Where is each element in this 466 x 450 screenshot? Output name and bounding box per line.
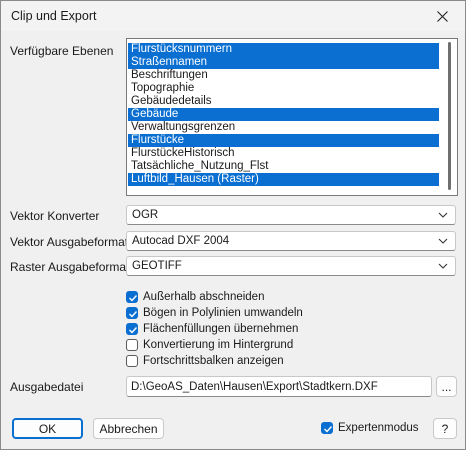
option-check[interactable] xyxy=(126,338,138,351)
output-file-input[interactable] xyxy=(131,379,427,394)
layer-item[interactable]: Tatsächliche_Nutzung_Flst xyxy=(128,160,439,173)
title-bar[interactable]: Clip und Export xyxy=(1,1,465,31)
vector-format-select[interactable]: Autocad DXF 2004 xyxy=(126,231,456,251)
expert-mode-label: Expertenmodus xyxy=(338,421,419,434)
chevron-down-icon xyxy=(438,212,448,218)
vector-format-label: Vektor Ausgabeformat xyxy=(10,235,129,249)
layer-item[interactable]: Gebäudedetails xyxy=(128,95,439,108)
option-checkbox[interactable]: Außerhalb abschneiden xyxy=(126,289,264,304)
layer-item[interactable]: Topographie xyxy=(128,82,439,95)
option-label: Außerhalb abschneiden xyxy=(143,290,265,303)
option-label: Fortschrittsbalken anzeigen xyxy=(143,354,284,367)
raster-format-select[interactable]: GEOTIFF xyxy=(126,256,456,276)
option-label: Flächenfüllungen übernehmen xyxy=(143,322,299,335)
checkmark-icon xyxy=(324,425,333,433)
raster-format-label: Raster Ausgabeformat xyxy=(10,260,130,274)
layer-item[interactable]: FlurstückeHistorisch xyxy=(128,147,439,160)
clip-export-dialog: Clip und Export Verfügbare Ebenen Flurst… xyxy=(0,0,466,450)
layer-item[interactable]: Gebäude xyxy=(128,108,439,121)
expert-mode-check[interactable] xyxy=(321,421,333,434)
help-button[interactable]: ? xyxy=(433,418,457,439)
checkmark-icon xyxy=(129,294,138,302)
layer-item[interactable]: Straßennamen xyxy=(128,56,439,69)
option-check[interactable] xyxy=(126,322,138,335)
option-check[interactable] xyxy=(126,306,138,319)
option-checkbox[interactable]: Flächenfüllungen übernehmen xyxy=(126,321,298,336)
option-check[interactable] xyxy=(126,354,138,367)
layer-item[interactable]: Flurstücke xyxy=(128,134,439,147)
browse-button[interactable]: ... xyxy=(436,376,457,397)
vector-converter-label: Vektor Konverter xyxy=(10,209,100,223)
window-title: Clip und Export xyxy=(11,9,97,23)
cancel-button[interactable]: Abbrechen xyxy=(93,418,164,439)
checkmark-icon xyxy=(129,326,138,334)
layers-listbox[interactable]: Flurstücksnummern Straßennamen Beschriftun… xyxy=(126,38,458,196)
layer-item[interactable]: Luftbild_Hausen (Raster) xyxy=(128,173,439,186)
option-label: Bögen in Polylinien umwandeln xyxy=(143,306,303,319)
chevron-down-icon xyxy=(438,263,448,269)
layers-scrollbar-thumb[interactable] xyxy=(448,42,451,190)
raster-format-value: GEOTIFF xyxy=(132,260,182,272)
vector-converter-value: OGR xyxy=(132,209,159,221)
close-icon xyxy=(436,10,448,22)
chevron-down-icon xyxy=(438,238,448,244)
ok-button[interactable]: OK xyxy=(12,418,83,439)
layer-item[interactable]: Flurstücksnummern xyxy=(128,43,439,56)
output-file-box[interactable] xyxy=(126,376,432,397)
layer-item[interactable]: Beschriftungen xyxy=(128,69,439,82)
close-button[interactable] xyxy=(419,1,465,31)
option-checkbox[interactable]: Bögen in Polylinien umwandeln xyxy=(126,305,303,320)
option-checkbox[interactable]: Fortschrittsbalken anzeigen xyxy=(126,353,284,368)
vector-converter-select[interactable]: OGR xyxy=(126,205,456,225)
layers-scrollbar[interactable] xyxy=(442,40,456,194)
layers-label: Verfügbare Ebenen xyxy=(10,44,114,58)
option-checkbox[interactable]: Konvertierung im Hintergrund xyxy=(126,337,293,352)
option-label: Konvertierung im Hintergrund xyxy=(143,338,294,351)
output-file-label: Ausgabedatei xyxy=(10,380,84,394)
layer-item[interactable]: Verwaltungsgrenzen xyxy=(128,121,439,134)
checkmark-icon xyxy=(129,310,138,318)
option-check[interactable] xyxy=(126,290,138,303)
expert-mode-checkbox[interactable]: Expertenmodus xyxy=(321,420,419,435)
layers-list: Flurstücksnummern Straßennamen Beschriftun… xyxy=(128,43,439,186)
vector-format-value: Autocad DXF 2004 xyxy=(132,235,230,247)
